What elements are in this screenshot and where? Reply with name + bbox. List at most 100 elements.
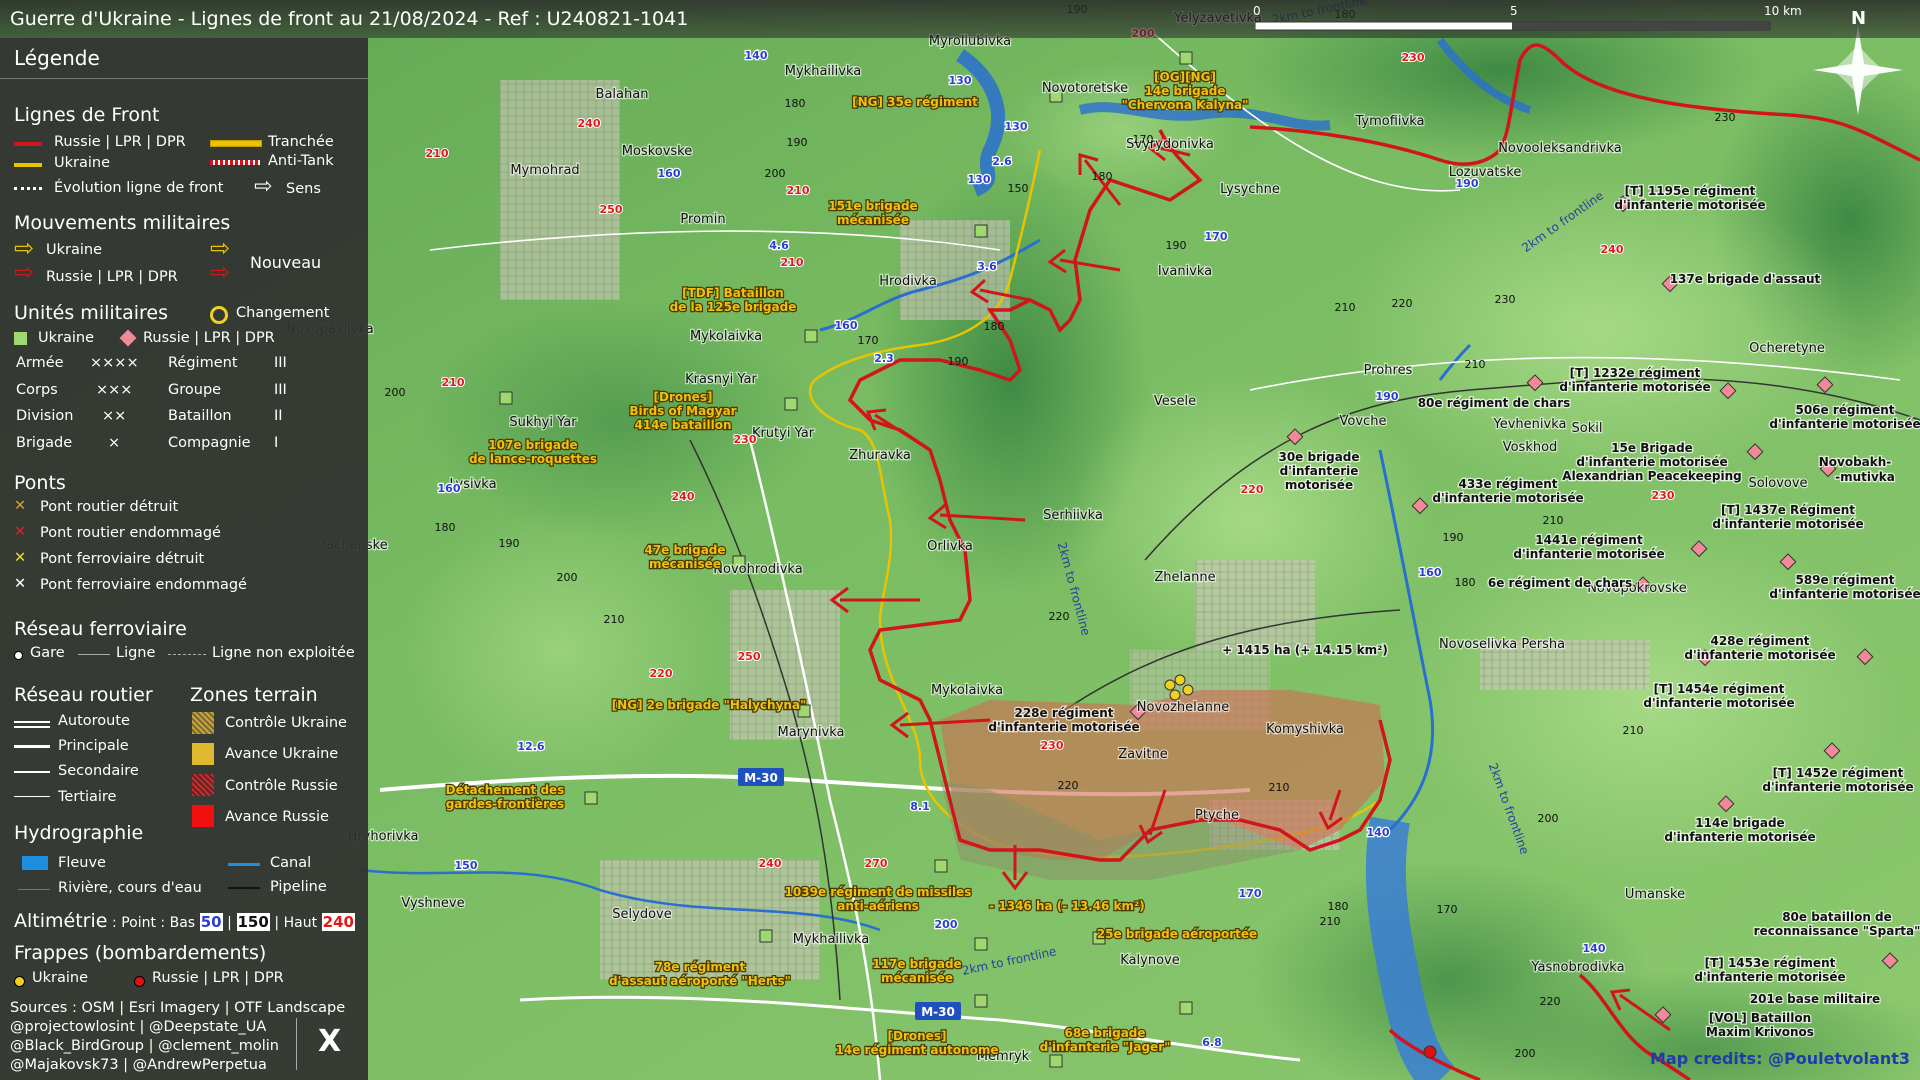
town-label: Sokil: [1572, 421, 1603, 436]
legend-divider: [0, 78, 368, 79]
road-number: 2.3: [874, 352, 894, 365]
ukraine-unit-label: d'infanterie "Jager": [1040, 1040, 1171, 1054]
road-highway-label: Autoroute: [58, 713, 130, 729]
ukraine-unit-label: [TDF] Bataillon: [682, 286, 784, 300]
unit-group-symbol: III: [274, 382, 287, 398]
russia-unit-label: d'infanterie motorisée: [1576, 455, 1727, 469]
altitude-point: 170: [858, 334, 879, 347]
pipeline-swatch: [228, 887, 260, 889]
hydro-title: Hydrographie: [14, 822, 144, 844]
russia-unit-label: d'infanterie motorisée: [1762, 780, 1913, 794]
ukraine-unit-label: mécanisée: [649, 557, 721, 571]
altitude-point: 190: [499, 537, 520, 550]
russia-move-arrow-icon: ⇨: [14, 258, 35, 286]
unit-army: Armée: [16, 355, 64, 371]
town-label: Lysychne: [1220, 182, 1280, 197]
altitude-point-high: 270: [865, 857, 888, 870]
russia-advance-swatch: [192, 805, 214, 827]
russia-unit-label: [T] 1454e régiment: [1654, 682, 1785, 696]
russia-unit-label: 228e régiment: [1014, 706, 1113, 720]
russia-unit-label: [T] 1232e régiment: [1570, 366, 1701, 380]
town-label: Marynivka: [777, 725, 844, 740]
hydro-stream-label: Rivière, cours d'eau: [58, 880, 202, 896]
scale-tick-5: 5: [1510, 4, 1518, 18]
road-bridge-destroyed-icon: ✕: [14, 498, 27, 514]
russia-unit-label: d'infanterie motorisée: [1643, 696, 1794, 710]
station-dot-icon: [14, 651, 23, 660]
town-label: -mutivka: [1835, 470, 1895, 484]
ukraine-unit-label: mécanisée: [881, 971, 953, 985]
road-number: 140: [1367, 826, 1390, 839]
trench-swatch: [210, 140, 262, 147]
sources-line-4: @Majakovsk73 | @AndrewPerpetua: [10, 1057, 267, 1073]
ukraine-unit-label: [NG] 2e brigade "Halychyna": [612, 698, 807, 712]
town-label: Umanske: [1625, 887, 1685, 902]
front-russia-label: Russie | LPR | DPR: [54, 134, 186, 150]
unit-battalion: Bataillon: [168, 408, 232, 424]
ukraine-unit-label: de la 125e brigade: [670, 300, 797, 314]
ukraine-unit-label: [Drones]: [654, 390, 713, 404]
front-ukraine-label: Ukraine: [54, 155, 110, 171]
altitude-mid: 150: [236, 913, 270, 931]
zone-russia-control: Contrôle Russie: [225, 778, 338, 794]
unit-brigade-symbol: ×: [108, 435, 121, 451]
town-label: Serhiivka: [1043, 508, 1103, 523]
russia-unit-label: [T] 1195e régiment: [1625, 184, 1756, 198]
town-label: Vyshneve: [401, 896, 464, 911]
town-label: Vesele: [1154, 394, 1196, 409]
town-label: Ocheretyne: [1749, 341, 1825, 356]
altitude-point: 170: [1133, 133, 1154, 146]
rail-line-swatch: [78, 654, 110, 655]
road-number: 190: [1376, 390, 1399, 403]
altitude-point-high: 210: [781, 256, 804, 269]
ukraine-move-arrow-icon: ⇨: [14, 234, 35, 262]
road-number: 140: [745, 49, 768, 62]
altitude-point: 210: [1623, 724, 1644, 737]
change-circle-icon: [210, 306, 228, 324]
front-evolution-label: Évolution ligne de front: [54, 180, 224, 196]
russia-unit-label: d'infanterie motorisée: [1694, 970, 1845, 984]
town-label: Kalynove: [1120, 953, 1179, 968]
town-label: Zhuravka: [849, 448, 911, 463]
scale-tick-0: 0: [1253, 4, 1261, 18]
town-label: Zavitne: [1118, 747, 1168, 762]
altitude-point: 210: [1465, 358, 1486, 371]
strike-russia-label: Russie | LPR | DPR: [152, 970, 284, 986]
movements-title: Mouvements militaires: [14, 212, 231, 234]
russia-strike-dot-icon: [134, 976, 145, 987]
map-credit: Map credits: @Pouletvolant3: [1649, 1049, 1910, 1068]
rail-unused-label: Ligne non exploitée: [212, 645, 355, 661]
ukraine-unit-label: Détachement des: [446, 783, 565, 797]
road-number: 4.6: [769, 239, 789, 252]
canal-swatch: [228, 863, 260, 866]
ukraine-unit-label: d'assaut aéroporté "Herts": [609, 974, 791, 988]
ukraine-control-swatch: [192, 712, 214, 734]
hydro-pipeline-label: Pipeline: [270, 879, 327, 895]
town-label: Novozhelanne: [1137, 700, 1229, 715]
altitude-point: 220: [1058, 779, 1079, 792]
town-label: Ivanivka: [1158, 264, 1212, 279]
front-trench-label: Tranchée: [268, 134, 334, 150]
town-label: Mykolaivka: [690, 329, 762, 344]
stream-swatch: [18, 889, 50, 890]
ukraine-line-swatch: [14, 163, 42, 167]
bridge-road-destroyed: Pont routier détruit: [40, 499, 179, 515]
altitude-point: 150: [1008, 182, 1029, 195]
altitude-point-high: 230: [1652, 489, 1675, 502]
russia-unit-label: d'infanterie motorisée: [1559, 380, 1710, 394]
rail-bridge-destroyed-icon: ✕: [14, 550, 27, 566]
ukraine-strike-dot-icon: [14, 976, 25, 987]
move-new-label: Nouveau: [250, 253, 322, 272]
town-label: Solovove: [1748, 476, 1807, 491]
altitude-point-high: 240: [1601, 243, 1624, 256]
x-logo-icon[interactable]: X: [318, 1024, 341, 1059]
road-number: 6.8: [1202, 1036, 1222, 1049]
new-russia-arrow-icon: ⇨: [210, 258, 231, 286]
ukraine-unit-label: 25e brigade aéroportée: [1097, 927, 1257, 941]
sources-divider: [296, 1018, 297, 1070]
town-label: Zhelanne: [1154, 570, 1215, 585]
russia-control-swatch: [192, 774, 214, 796]
antitank-swatch: [210, 160, 260, 165]
ukraine-unit-label: 68e brigade: [1064, 1026, 1145, 1040]
town-label: Krasnyi Yar: [685, 372, 757, 387]
